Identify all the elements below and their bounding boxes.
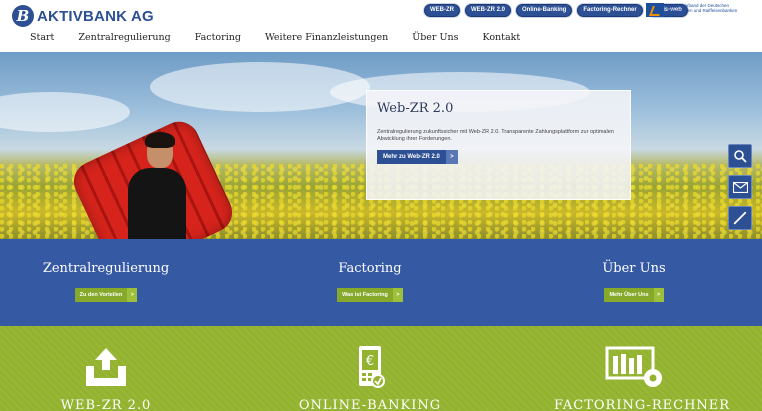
upload-tray-icon [86, 348, 126, 386]
phone-euro-icon: € [359, 346, 385, 388]
promo-box: Web-ZR 2.0 Zentralregulierung zukunftssi… [366, 90, 631, 200]
teaser-button-vorteile[interactable]: Zu den Vorteilen > [74, 288, 138, 302]
nav-item-start[interactable]: Start [30, 32, 54, 43]
bvr-logo-icon [646, 3, 664, 17]
partner-text: Bundesverband der Deutschen Volksbanken … [667, 3, 738, 18]
hero-banner: Web-ZR 2.0 Zentralregulierung zukunftssi… [0, 52, 762, 239]
nav-item-zentralregulierung[interactable]: Zentralregulierung [78, 32, 170, 43]
teaser-button-label: Mehr Über Uns [609, 292, 649, 298]
brand-name: AKTIVBANK AG [37, 7, 154, 25]
tile-title: FACTORING-RECHNER [554, 398, 731, 411]
search-icon [734, 150, 747, 163]
brand-logo-mark: B [12, 5, 34, 27]
nav-item-finanzleistungen[interactable]: Weitere Finanzleistungen [265, 32, 388, 43]
chevron-right-icon: > [127, 288, 138, 302]
teaser-factoring: Factoring Was ist Factoring > [270, 261, 470, 302]
teaser-button-label: Zu den Vorteilen [79, 292, 123, 298]
teaser-button-ueber-uns[interactable]: Mehr Über Uns > [604, 288, 664, 302]
chart-gear-icon [605, 346, 662, 387]
main-nav: Start Zentralregulierung Factoring Weite… [30, 32, 544, 43]
search-button[interactable] [728, 144, 752, 168]
chevron-right-icon: > [392, 288, 403, 302]
phone-button[interactable] [728, 206, 752, 230]
tile-web-zr[interactable]: WEB-ZR 2.0 [26, 344, 186, 411]
quicklink-factoring-rechner[interactable]: Factoring-Rechner [577, 4, 643, 17]
quicklink-web-zr[interactable]: WEB-ZR [424, 4, 460, 17]
teaser-title: Factoring [338, 261, 402, 276]
tile-factoring-rechner[interactable]: FACTORING-RECHNER [554, 344, 731, 411]
tile-icon-wrap [554, 344, 714, 388]
nav-item-kontakt[interactable]: Kontakt [482, 32, 520, 43]
promo-button-label: Mehr zu Web-ZR 2.0 [383, 154, 440, 160]
side-actions [728, 144, 752, 230]
service-tiles: WEB-ZR 2.0 € ONLINE-BANKING FACTORING-RE… [0, 326, 762, 411]
teaser-button-label: Was ist Factoring [342, 292, 388, 298]
svg-text:€: € [366, 354, 374, 369]
cloud-shape [0, 92, 130, 132]
person-hair [145, 132, 175, 148]
teaser-zentralregulierung: Zentralregulierung Zu den Vorteilen > [6, 261, 206, 302]
teaser-ueber-uns: Über Uns Mehr Über Uns > [534, 261, 734, 302]
teaser-title: Zentralregulierung [42, 261, 170, 276]
promo-button[interactable]: Mehr zu Web-ZR 2.0 > [377, 150, 458, 164]
tile-icon-wrap [26, 344, 186, 388]
nav-item-factoring[interactable]: Factoring [195, 32, 241, 43]
quicklink-online-banking[interactable]: Online-Banking [516, 4, 573, 17]
brand-logo[interactable]: B AKTIVBANK AG [12, 5, 154, 27]
teaser-button-factoring[interactable]: Was ist Factoring > [337, 288, 403, 302]
site-header: B AKTIVBANK AG WEB-ZR WEB-ZR 2.0 Online-… [0, 0, 762, 52]
chevron-right-icon: > [653, 288, 664, 302]
tile-online-banking[interactable]: € ONLINE-BANKING [290, 344, 450, 411]
mail-icon [732, 181, 748, 193]
promo-title: Web-ZR 2.0 [377, 101, 454, 116]
quicklink-web-zr-2[interactable]: WEB-ZR 2.0 [465, 4, 512, 17]
tile-title: ONLINE-BANKING [298, 398, 442, 411]
chevron-right-icon: > [445, 150, 458, 164]
teaser-band: Zentralregulierung Zu den Vorteilen > Fa… [0, 239, 762, 326]
promo-text: Zentralregulierung zukunftssicher mit We… [377, 129, 614, 142]
phone-icon [733, 211, 747, 225]
tile-title: WEB-ZR 2.0 [60, 398, 152, 411]
person-torso [128, 168, 186, 239]
tile-icon-wrap: € [290, 344, 450, 388]
mail-button[interactable] [728, 175, 752, 199]
nav-item-ueber-uns[interactable]: Über Uns [412, 32, 458, 43]
partner-logo[interactable]: Bundesverband der Deutschen Volksbanken … [646, 3, 747, 18]
teaser-title: Über Uns [602, 261, 666, 276]
